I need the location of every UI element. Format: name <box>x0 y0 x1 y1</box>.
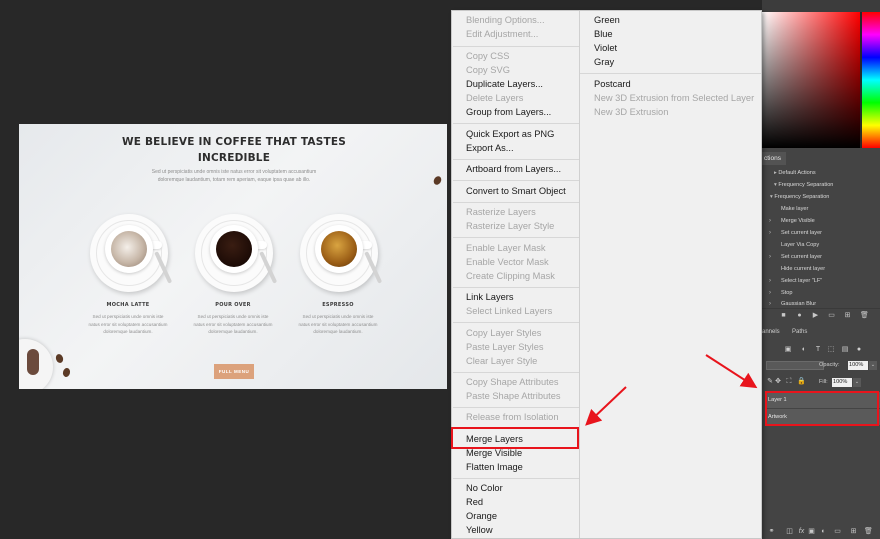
arrow-to-merge-layers <box>585 386 627 426</box>
annotation-arrows <box>585 354 758 426</box>
arrow-to-layers <box>705 354 758 389</box>
